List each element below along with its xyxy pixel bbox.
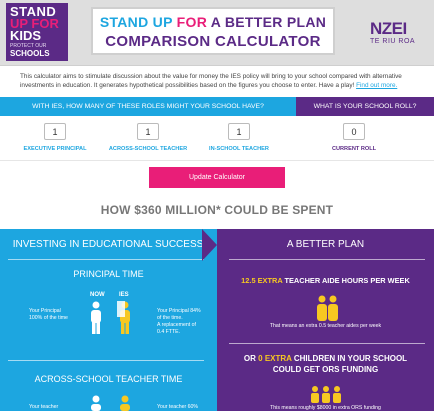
ors-funding-line: OR 0 EXTRA CHILDREN IN YOUR SCHOOL COULD… [237, 353, 414, 375]
ors-extra-value: 0 EXTRA [258, 354, 292, 363]
teacher-aide-people-icon [317, 295, 338, 321]
panel-chevron-arrow [202, 229, 217, 261]
logo-line-schools: SCHOOLS [10, 49, 50, 58]
investing-panel-heading: INVESTING IN EDUCATIONAL SUCCESS [12, 239, 204, 250]
stand-up-for-kids-logo[interactable]: STAND UP FOR KIDS PROTECT OUR SCHOOLS [6, 3, 68, 61]
principal-ies-person-icon [117, 301, 130, 334]
current-roll-input[interactable] [343, 123, 365, 140]
update-calculator-button[interactable]: Update Calculator [149, 167, 285, 188]
investing-panel: INVESTING IN EDUCATIONAL SUCCESS PRINCIP… [0, 229, 217, 411]
principal-ies-column: IES [119, 292, 129, 298]
principal-now-note-line2: 100% of the time [29, 315, 68, 321]
logo-line-kids: KIDS [10, 28, 42, 43]
current-roll-label: CURRENT ROLL [331, 146, 377, 152]
intro-paragraph: This calculator aims to stimulate discus… [20, 72, 418, 90]
intro-text: This calculator aims to stimulate discus… [20, 73, 402, 89]
principal-ies-note: Your Principal 84% of the time. A replac… [157, 308, 215, 336]
teacher-now-person-icon [91, 395, 101, 411]
teacher-aide-hours-text: TEACHER AIDE HOURS PER WEEK [282, 276, 410, 285]
principal-ies-note-line2: of the time. [157, 315, 183, 321]
better-plan-divider-1 [229, 259, 425, 260]
roll-question-bar: WHAT IS YOUR SCHOOL ROLL? [296, 97, 434, 116]
principal-now-note: Your Principal 100% of the time [29, 308, 89, 322]
across-school-teacher-time-heading: ACROSS-SCHOOL TEACHER TIME [34, 374, 183, 384]
across-school-teacher-input[interactable] [137, 123, 159, 140]
better-plan-divider-2 [229, 343, 425, 344]
how-spent-heading: HOW $360 MILLION* COULD BE SPENT [100, 203, 334, 217]
better-plan-heading: A BETTER PLAN [286, 239, 365, 250]
nzei-logo-tagline: TE RIU ROA [370, 38, 416, 45]
nzei-logo-name: NZEI [370, 19, 407, 38]
principal-ies-note-line4: 0.4 FTTE. [157, 329, 181, 335]
principal-time-heading: PRINCIPAL TIME [73, 269, 144, 279]
in-school-teacher-label: IN-SCHOOL TEACHER [209, 146, 269, 152]
ors-note: This means roughly $8000 in extra ORS fu… [270, 405, 381, 411]
nzei-logo[interactable]: NZEI TE RIU ROA [370, 20, 430, 50]
better-plan-panel: A BETTER PLAN 12.5 EXTRA TEACHER AIDE HO… [217, 229, 434, 411]
title-part-for: FOR [176, 14, 211, 30]
principal-now-note-line1: Your Principal [29, 308, 61, 314]
teacher-aide-hours-line: 12.5 EXTRA TEACHER AIDE HOURS PER WEEK [217, 276, 434, 285]
across-school-teacher-label: ACROSS-SCHOOL TEACHER [108, 146, 188, 152]
title-part-stand-up: STAND UP [99, 14, 177, 30]
title-part-better-plan: A BETTER PLAN [210, 14, 327, 30]
teacher-now-note: Your teacher [29, 404, 59, 410]
principal-now-column: NOW [90, 292, 105, 298]
ors-prefix: OR [243, 354, 259, 363]
principal-ies-note-line3: A replacement of [157, 322, 196, 328]
teacher-aide-hours-value: 12.5 EXTRA [241, 276, 283, 285]
find-out-more-link[interactable]: Find out more. [356, 82, 397, 89]
ors-children-icon [311, 386, 341, 403]
ors-text: CHILDREN IN YOUR SCHOOL COULD GET ORS FU… [272, 354, 408, 374]
inputs-area: EXECUTIVE PRINCIPAL ACROSS-SCHOOL TEACHE… [0, 116, 434, 161]
page-title-line1: STAND UP FOR A BETTER PLAN [93, 14, 333, 31]
teacher-aide-note: That means an extra 0.5 teacher aides pe… [269, 323, 382, 329]
investing-divider-2 [8, 360, 204, 361]
principal-ies-note-line1: Your Principal 84% [157, 308, 201, 314]
teacher-ies-note: Your teacher 60% [157, 404, 199, 410]
header-banner: STAND UP FOR KIDS PROTECT OUR SCHOOLS ST… [0, 0, 434, 66]
executive-principal-input[interactable] [44, 123, 66, 140]
page-title-line2: COMPARISON CALCULATOR [105, 33, 321, 50]
executive-principal-label: EXECUTIVE PRINCIPAL [23, 146, 87, 152]
roles-question-bar: WITH IES, HOW MANY OF THESE ROLES MIGHT … [0, 97, 296, 116]
page-title-box: STAND UP FOR A BETTER PLAN COMPARISON CA… [91, 7, 335, 55]
investing-divider-1 [8, 259, 204, 260]
principal-now-person-icon [91, 301, 101, 334]
teacher-ies-person-icon [120, 395, 130, 411]
in-school-teacher-input[interactable] [228, 123, 250, 140]
